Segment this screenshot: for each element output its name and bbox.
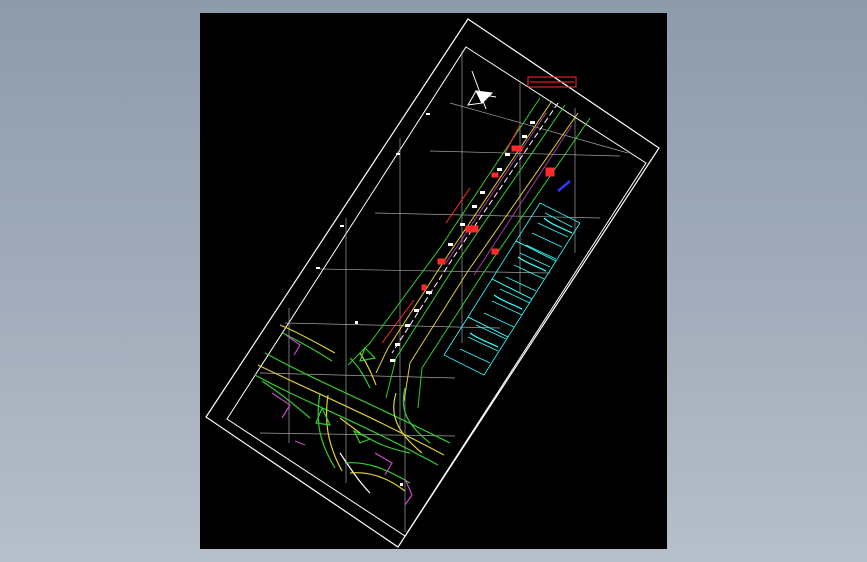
cross-section-profiles — [443, 202, 581, 376]
blue-mark — [557, 180, 571, 192]
cad-drawing-viewport[interactable] — [200, 13, 667, 549]
cad-drawing — [205, 18, 660, 548]
coordinate-grid — [259, 51, 629, 532]
sheet-outer-frame — [205, 18, 660, 548]
grid-markers — [316, 113, 430, 486]
intersection — [254, 324, 451, 506]
red-annotations — [381, 76, 577, 344]
north-arrow-icon — [467, 70, 497, 110]
main-road — [347, 97, 591, 409]
sheet-inner-frame — [226, 46, 647, 537]
